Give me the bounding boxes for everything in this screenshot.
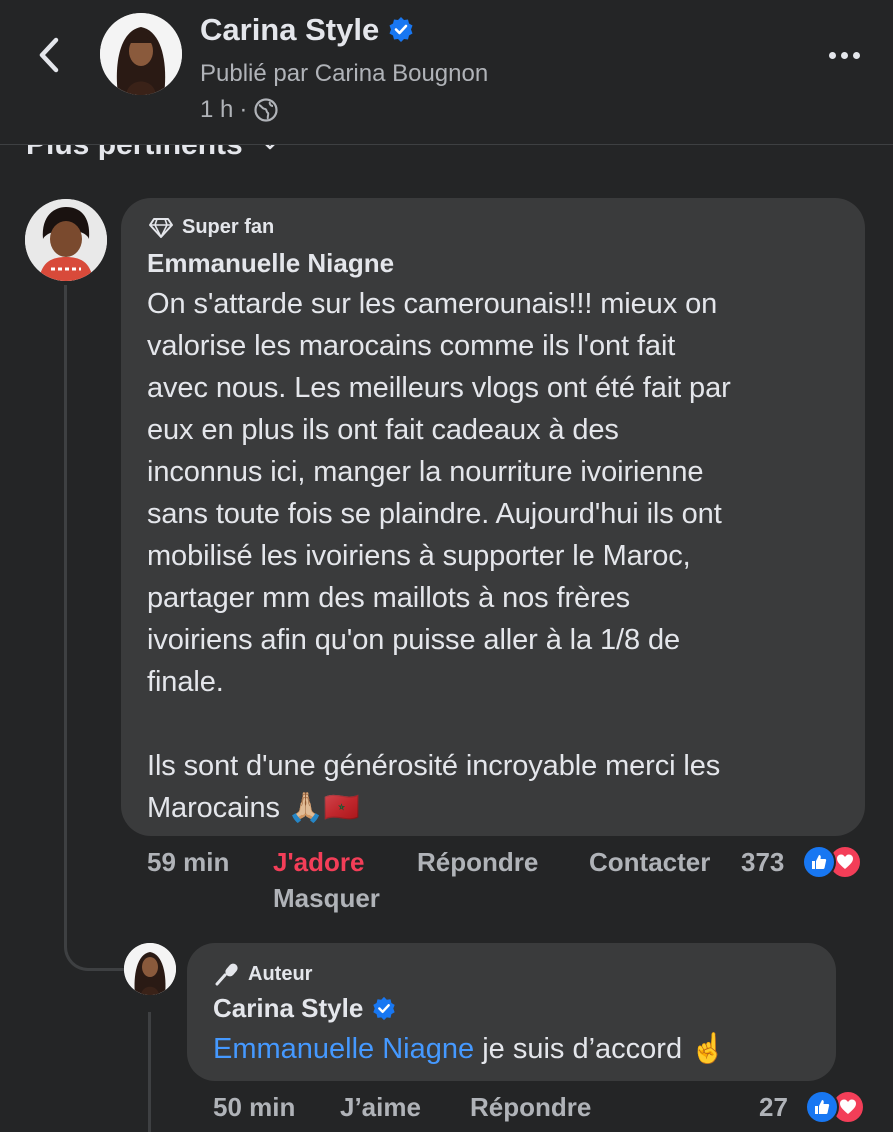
super-fan-badge[interactable]: Super fan (148, 216, 274, 239)
reply-text: Emmanuelle Niagne je suis d’accord ☝️ (213, 1032, 726, 1066)
sort-dropdown[interactable]: Plus pertinents (26, 145, 281, 162)
reply-author-name[interactable]: Carina Style (213, 993, 363, 1024)
back-button[interactable] (30, 30, 74, 80)
reply-author-avatar[interactable] (124, 943, 176, 995)
globe-icon (254, 98, 278, 122)
badge-label: Super fan (182, 216, 275, 238)
commenter-avatar[interactable] (25, 199, 107, 281)
chevron-down-icon (264, 145, 275, 150)
more-dot (840, 51, 848, 59)
page-avatar[interactable] (100, 13, 182, 95)
reaction-icons[interactable] (802, 845, 862, 879)
microphone-icon (215, 963, 238, 986)
post-meta: 1 h · (200, 96, 279, 124)
reply-body: je suis d’accord ☝️ (474, 1033, 727, 1065)
diamond-icon (149, 217, 173, 238)
reaction-button[interactable]: J'adore (273, 847, 364, 878)
reply-button[interactable]: Répondre (417, 847, 538, 878)
comment-text: On s'attarde sur les camerounais!!! mieu… (147, 288, 731, 824)
like-button[interactable]: J’aime (340, 1092, 421, 1123)
sort-bar: Plus pertinents (0, 145, 893, 175)
like-icon (802, 845, 836, 879)
page-name[interactable]: Carina Style (200, 12, 415, 48)
back-chevron-icon (39, 37, 59, 73)
comment-author[interactable]: Emmanuelle Niagne (147, 248, 394, 279)
reply-author[interactable]: Carina Style (213, 993, 397, 1024)
reply-thread-line (148, 1012, 151, 1132)
comment-time[interactable]: 59 min (147, 847, 229, 878)
like-icon (805, 1090, 839, 1124)
hide-button[interactable]: Masquer (273, 883, 380, 914)
author-badge[interactable]: Auteur (214, 962, 312, 986)
page-name-text[interactable]: Carina Style (200, 12, 379, 48)
reply-connector (64, 880, 127, 971)
sort-label: Plus pertinents (26, 145, 243, 162)
contact-button[interactable]: Contacter (589, 847, 710, 878)
more-options-button[interactable] (822, 40, 866, 70)
meta-separator: · (239, 96, 248, 123)
verified-badge-icon (373, 996, 395, 1020)
reply-time[interactable]: 50 min (213, 1092, 295, 1123)
mention-link[interactable]: Emmanuelle Niagne (213, 1033, 474, 1065)
author-badge-label: Auteur (248, 962, 313, 985)
reaction-count[interactable]: 373 (741, 847, 784, 878)
reply-reaction-count[interactable]: 27 (759, 1092, 788, 1123)
more-options-icon (828, 51, 836, 59)
more-dot (852, 51, 860, 59)
reply-reply-button[interactable]: Répondre (470, 1092, 591, 1123)
verified-badge-icon (389, 17, 413, 42)
published-by: Publié par Carina Bougnon (200, 60, 489, 87)
thread-line (64, 285, 67, 885)
post-time[interactable]: 1 h (200, 96, 233, 124)
reply-reaction-icons[interactable] (805, 1090, 865, 1124)
